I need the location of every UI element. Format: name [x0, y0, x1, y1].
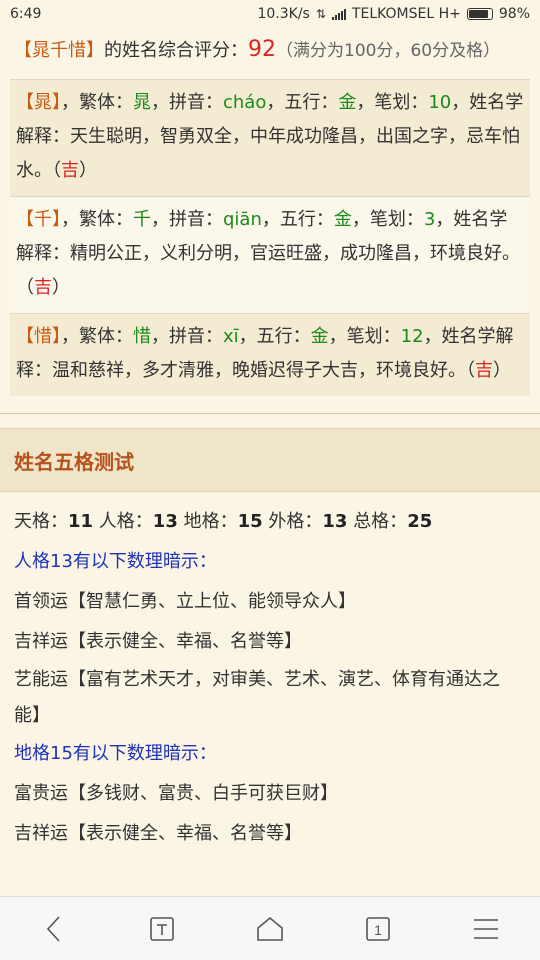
- text-mode-icon: [150, 916, 174, 941]
- list-item: 吉祥运【表示健全、幸福、名誉等】: [14, 823, 302, 844]
- char-wuxing: 金: [338, 92, 357, 113]
- back-arrow-icon: [46, 915, 60, 942]
- char-luck: 吉: [61, 160, 79, 181]
- battery-level: [468, 10, 489, 18]
- list-item: 艺能运【富有艺术天才，对审美、艺术、演艺、体育有通达之能】: [14, 669, 500, 726]
- char-strokes: 12: [400, 326, 424, 347]
- char-strokes: 3: [423, 209, 436, 230]
- tabs-button[interactable]: 1: [356, 907, 400, 951]
- status-time: 6:49: [10, 6, 42, 22]
- char-pinyin: qiān: [223, 209, 262, 230]
- char-detail-3: 【惜】，繁体：惜，拼音：xī，五行：金，笔划：12，姓名学解释：温和慈祥，多才清…: [10, 313, 530, 396]
- battery-percent: 98%: [498, 6, 530, 22]
- reader-button[interactable]: [140, 907, 184, 951]
- list-item: 吉祥运【表示健全、幸福、名誉等】: [14, 631, 302, 652]
- status-right: 10.3K/s ⇅ TELKOMSEL H+ 98%: [257, 6, 530, 22]
- full-name: 晁千惜: [32, 40, 86, 61]
- ren-ge-value: 13: [152, 511, 178, 532]
- tabs-icon: 1: [366, 916, 390, 941]
- ren-ge-hint: 人格13有以下数理暗示：: [14, 551, 217, 572]
- char-wuxing: 金: [310, 326, 329, 347]
- char-strokes: 10: [428, 92, 452, 113]
- char-pinyin: cháo: [223, 92, 267, 113]
- score-note: （满分为100分，60分及格）: [276, 41, 501, 61]
- tian-ge-value: 11: [68, 511, 94, 532]
- list-item: 首领运【智慧仁勇、立上位、能领导众人】: [14, 591, 356, 612]
- five-grid-values: 天格：11 人格：13 地格：15 外格：13 总格：25: [14, 511, 433, 532]
- char-traditional: 惜: [133, 326, 151, 347]
- score-label: 的姓名综合评分：: [104, 40, 248, 61]
- five-grid-section: 天格：11 人格：13 地格：15 外格：13 总格：25 人格13有以下数理暗…: [0, 492, 540, 864]
- di-ge-value: 15: [237, 511, 263, 532]
- char-traditional: 千: [133, 209, 151, 230]
- menu-button[interactable]: [464, 907, 508, 951]
- menu-icon: [474, 918, 498, 939]
- battery-icon: [466, 8, 493, 20]
- di-ge-hint: 地格15有以下数理暗示：: [14, 743, 217, 764]
- char-luck: 吉: [34, 277, 52, 298]
- browser-toolbar: 1: [0, 896, 540, 960]
- score-summary: 【晁千惜】的姓名综合评分：92（满分为100分，60分及格）: [0, 28, 540, 79]
- section-title: 姓名五格测试: [0, 428, 540, 492]
- name-bracket-close: 】: [86, 40, 104, 61]
- char-detail-1: 【晁】，繁体：晁，拼音：cháo，五行：金，笔划：10，姓名学解释：天生聪明，智…: [10, 79, 530, 196]
- wai-ge-value: 13: [322, 511, 348, 532]
- page-content: 【晁千惜】的姓名综合评分：92（满分为100分，60分及格） 【晁】，繁体：晁，…: [0, 28, 540, 896]
- name-bracket-open: 【: [14, 40, 32, 61]
- score-value: 92: [248, 37, 276, 62]
- home-button[interactable]: [248, 907, 292, 951]
- char-name: 千: [34, 209, 52, 230]
- status-bar: 6:49 10.3K/s ⇅ TELKOMSEL H+ 98%: [0, 0, 540, 28]
- char-wuxing: 金: [333, 209, 352, 230]
- section-divider: [0, 402, 540, 414]
- char-pinyin: xī: [223, 326, 239, 347]
- zong-ge-value: 25: [407, 511, 433, 532]
- network-speed: 10.3K/s: [257, 6, 310, 22]
- signal-icon: [331, 8, 346, 20]
- char-name: 惜: [34, 326, 52, 347]
- carrier-name: TELKOMSEL H+: [351, 6, 461, 22]
- char-name: 晁: [34, 92, 52, 113]
- data-arrows-icon: ⇅: [315, 7, 326, 21]
- char-traditional: 晁: [133, 92, 151, 113]
- list-item: 富贵运【多钱财、富贵、白手可获巨财】: [14, 783, 338, 804]
- char-luck: 吉: [475, 360, 493, 381]
- tabs-count: 1: [374, 922, 382, 938]
- char-detail-2: 【千】，繁体：千，拼音：qiān，五行：金，笔划：3，姓名学解释：精明公正，义利…: [10, 196, 530, 313]
- back-button[interactable]: [32, 907, 76, 951]
- home-icon: [257, 916, 283, 941]
